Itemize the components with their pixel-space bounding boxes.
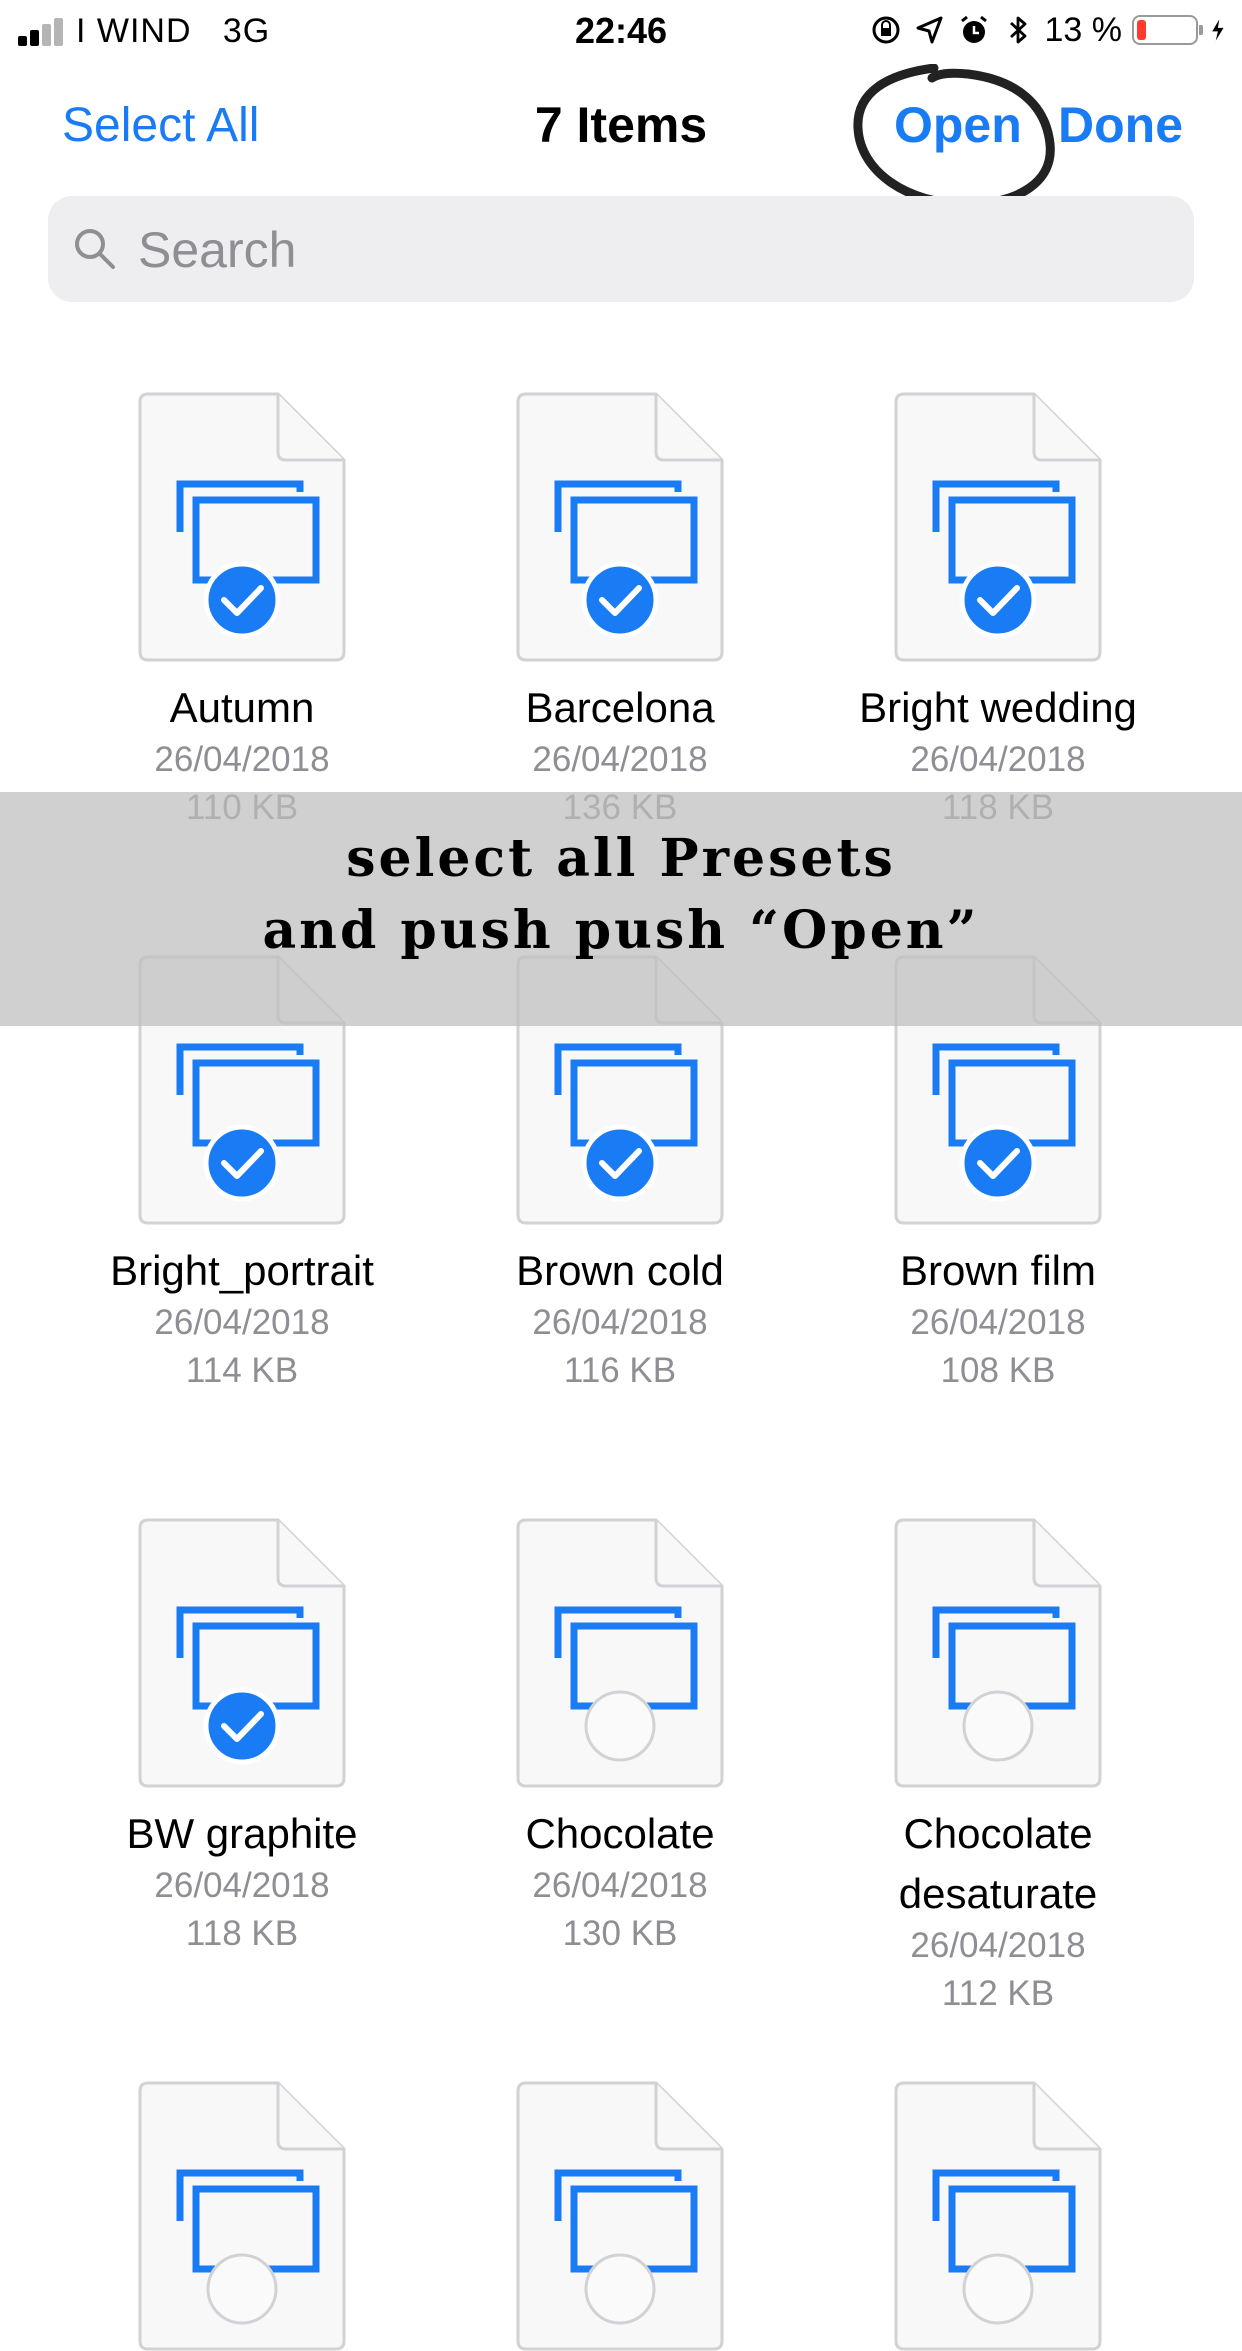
charging-bolt-icon xyxy=(1212,19,1224,41)
file-name: Bright_portrait xyxy=(110,1247,374,1294)
file-date: 26/04/2018 xyxy=(154,1866,330,1905)
battery-icon xyxy=(1132,15,1203,45)
file-date: 26/04/2018 xyxy=(910,1926,1086,1965)
location-arrow-icon xyxy=(916,16,942,44)
unselected-circle-icon xyxy=(584,2253,656,2325)
selected-check-icon xyxy=(203,561,281,639)
document-icon xyxy=(894,392,1102,662)
file-name: Brown film xyxy=(899,1247,1097,1294)
file-name: Chocolate desaturate xyxy=(898,1810,1098,1917)
bluetooth-icon xyxy=(1009,16,1026,44)
file-size: 130 KB xyxy=(562,1914,678,1953)
document-icon xyxy=(138,2081,346,2351)
banner-line-2: and push push “Open” xyxy=(262,900,980,961)
unselected-circle-icon xyxy=(962,1690,1034,1762)
file-date: 26/04/2018 xyxy=(154,740,330,779)
unselected-circle-icon xyxy=(206,2253,278,2325)
status-right-cluster: 13 % xyxy=(869,8,1233,52)
banner-line-1: select all Presets xyxy=(346,828,896,889)
search-input[interactable] xyxy=(136,214,1160,286)
file-name: Chocolate xyxy=(525,1810,715,1857)
selected-check-icon xyxy=(581,1124,659,1202)
document-icon xyxy=(516,1518,724,1788)
unselected-circle-icon xyxy=(584,1690,656,1762)
search-icon xyxy=(75,229,115,269)
file-name: BW graphite xyxy=(126,1810,358,1857)
file-size: 118 KB xyxy=(185,1914,299,1953)
file-size: 116 KB xyxy=(563,1351,677,1390)
document-icon xyxy=(894,2081,1102,2351)
document-icon xyxy=(516,392,724,662)
unselected-circle-icon xyxy=(962,2253,1034,2325)
selected-check-icon xyxy=(959,1124,1037,1202)
document-icon xyxy=(138,1518,346,1788)
file-date: 26/04/2018 xyxy=(910,740,1086,779)
open-button[interactable]: Open xyxy=(894,96,1022,154)
document-icon xyxy=(138,392,346,662)
page-title: 7 Items xyxy=(534,97,708,153)
alarm-icon xyxy=(960,15,987,43)
file-name: Bright wedding xyxy=(859,684,1137,731)
selected-check-icon xyxy=(203,1687,281,1765)
file-name: Autumn xyxy=(169,684,315,731)
document-icon xyxy=(894,1518,1102,1788)
status-bar: I WIND 3G 22:46 13 % xyxy=(0,0,1242,62)
file-date: 26/04/2018 xyxy=(910,1303,1086,1342)
selected-check-icon xyxy=(581,561,659,639)
instruction-banner: select all Presets and push push “Open” xyxy=(0,792,1242,1026)
file-date: 26/04/2018 xyxy=(532,740,708,779)
selected-check-icon xyxy=(959,561,1037,639)
battery-percent: 13 % xyxy=(1044,10,1123,49)
file-date: 26/04/2018 xyxy=(532,1303,708,1342)
done-button[interactable]: Done xyxy=(1058,96,1183,154)
file-size: 108 KB xyxy=(940,1351,1056,1390)
file-name: Brown cold xyxy=(516,1247,724,1294)
file-name: Barcelona xyxy=(525,684,715,731)
file-size: 114 KB xyxy=(185,1351,299,1390)
file-date: 26/04/2018 xyxy=(532,1866,708,1905)
file-size: 112 KB xyxy=(941,1974,1055,2013)
selected-check-icon xyxy=(203,1124,281,1202)
orientation-lock-icon xyxy=(872,16,899,44)
document-icon xyxy=(516,2081,724,2351)
search-bar[interactable] xyxy=(48,196,1194,302)
file-date: 26/04/2018 xyxy=(154,1303,330,1342)
